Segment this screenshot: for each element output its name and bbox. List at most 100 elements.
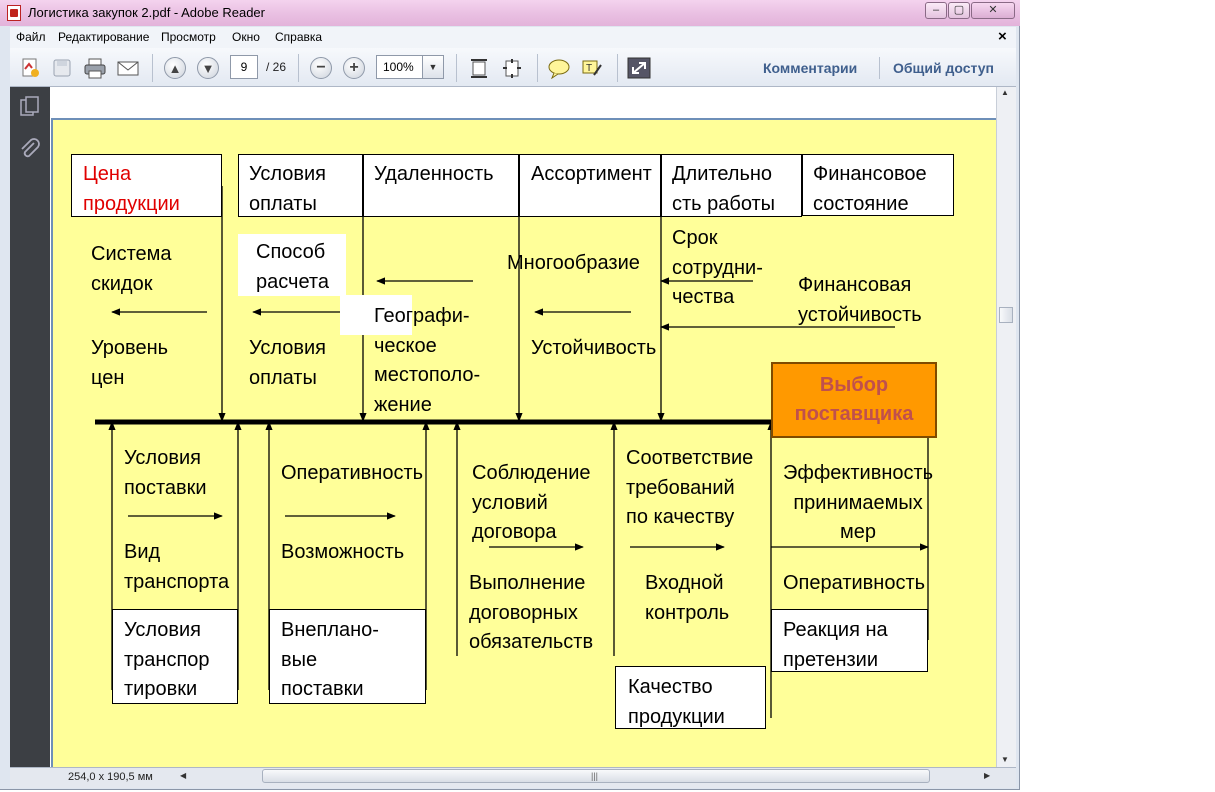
save-button[interactable] [49,55,75,81]
share-tab[interactable]: Общий доступ [893,60,994,76]
toolbar-separator [879,57,880,79]
header-payment-label: Условия оплаты [249,163,327,215]
pages-icon [20,96,39,116]
toolbar-separator [152,54,153,82]
zoom-out-button[interactable]: − [308,55,334,81]
maximize-icon: ▢ [953,4,965,16]
plus-icon: + [343,57,365,79]
envelope-icon [117,61,139,76]
cause-payment-terms: Условия оплаты [249,337,327,389]
minimize-button[interactable]: – [925,2,947,19]
footer-claims-label: Реакция на претензии [783,619,888,671]
cause-obligations: Выполнение договорных обязательств [469,572,594,653]
comment-icon [548,59,570,79]
email-button[interactable] [115,55,141,81]
highlighter-icon: T [582,60,602,76]
header-assortment-label: Ассортимент [531,163,652,185]
scroll-right-icon[interactable]: ▶ [984,771,990,780]
header-distance-label: Удаленность [374,163,494,185]
print-button[interactable] [82,55,108,81]
cause-responsiveness: Оперативность [783,572,926,594]
page-size-label: 254,0 x 190,5 мм [68,771,153,783]
minimize-icon: – [932,4,940,16]
footer-transport-label: Условия транспор тировки [124,619,210,700]
cause-financial-stability: Финансовая устойчивость [798,274,922,326]
comments-tab[interactable]: Комментарии [763,60,857,76]
menu-window[interactable]: Окно [232,30,260,44]
cause-capability: Возможность [281,541,405,563]
vertical-scroll-thumb[interactable] [999,307,1013,323]
cause-delivery-terms: Условия поставки [124,447,207,499]
cause-stability: Устойчивость [531,337,657,359]
pages-panel-button[interactable] [17,94,43,120]
cause-payment-method: Способ расчета [256,241,329,293]
expand-icon [627,57,651,79]
full-screen-button[interactable] [626,55,652,81]
horizontal-scroll-thumb[interactable]: ||| [262,769,930,783]
add-comment-button[interactable] [546,55,572,81]
fit-page-icon [471,59,487,78]
close-icon: ✕ [988,4,998,16]
scroll-left-icon[interactable]: ◀ [180,771,186,780]
cause-incoming-control: Входной контроль [645,572,730,624]
navigation-panel [10,87,50,767]
zoom-level-input[interactable]: 100% [376,55,422,79]
next-page-button[interactable]: ▼ [195,55,221,81]
cause-discounts: Система скидок [91,243,172,295]
fit-width-icon [503,59,521,78]
paperclip-icon [21,138,40,158]
maximize-button[interactable]: ▢ [948,2,970,19]
menu-bar: Файл Редактирование Просмотр Окно Справк… [10,27,1016,49]
cause-cooperation-term: Срок сотрудни- чества [672,227,763,308]
attachments-panel-button[interactable] [17,137,43,163]
pdf-file-icon [7,5,21,21]
scroll-down-icon[interactable]: ▼ [1001,755,1009,764]
zoom-dropdown-button[interactable]: ▼ [422,55,444,79]
menu-view[interactable]: Просмотр [161,30,216,44]
slide-page: Цена продукции Условия оплаты Удаленност… [51,118,998,780]
toolbar-separator [617,54,618,82]
window-title: Логистика закупок 2.pdf - Adobe Reader [28,5,265,20]
arrow-down-icon: ▼ [197,57,219,79]
header-financial-label: Финансовое состояние [813,163,927,215]
print-icon [84,58,106,79]
cause-transport-type: Вид транспорта [124,541,230,593]
create-pdf-icon [22,58,39,77]
previous-page-button[interactable]: ▲ [162,55,188,81]
cause-measures-efficiency: Эффективность принимаемых мер [783,462,934,543]
page-number-input[interactable]: 9 [230,55,258,79]
arrow-up-icon: ▲ [164,57,186,79]
scroll-up-icon[interactable]: ▲ [1001,88,1009,97]
toolbar-separator [298,54,299,82]
footer-unplanned-label: Внеплано- вые поставки [281,619,379,700]
toolbar-separator [537,54,538,82]
fit-width-button[interactable] [499,55,525,81]
page-total: / 26 [266,60,287,74]
header-duration-label: Длительно сть работы [672,163,776,215]
effect-box: Выбор поставщика [771,362,937,438]
zoom-in-button[interactable]: + [341,55,367,81]
menu-edit[interactable]: Редактирование [58,30,149,44]
cause-location: Географи- ческое местополо- жение [374,305,481,416]
chevron-down-icon: ▼ [428,62,438,72]
footer-quality-label: Качество продукции [628,676,725,728]
header-price-label: Цена продукции [83,163,180,215]
menu-help[interactable]: Справка [275,30,322,44]
title-bar[interactable]: Логистика закупок 2.pdf - Adobe Reader –… [0,0,1020,26]
vertical-scrollbar[interactable]: ▲ ▼ [996,87,1016,767]
fit-page-button[interactable] [466,55,492,81]
close-window-button[interactable]: ✕ [971,2,1015,19]
cause-variety: Многообразие [507,252,640,274]
page-top-margin [50,87,996,117]
effect-label: Выбор поставщика [794,373,914,426]
cause-contract-compliance: Соблюдение условий договора [472,462,591,543]
svg-text:T: T [586,63,592,74]
save-icon [53,59,71,77]
grip-icon: ||| [591,771,599,781]
minus-icon: − [310,57,332,79]
close-document-button[interactable]: × [998,28,1007,45]
toolbar-separator [456,54,457,82]
menu-file[interactable]: Файл [16,30,46,44]
highlight-text-button[interactable]: T [579,55,605,81]
create-pdf-button[interactable] [17,55,43,81]
